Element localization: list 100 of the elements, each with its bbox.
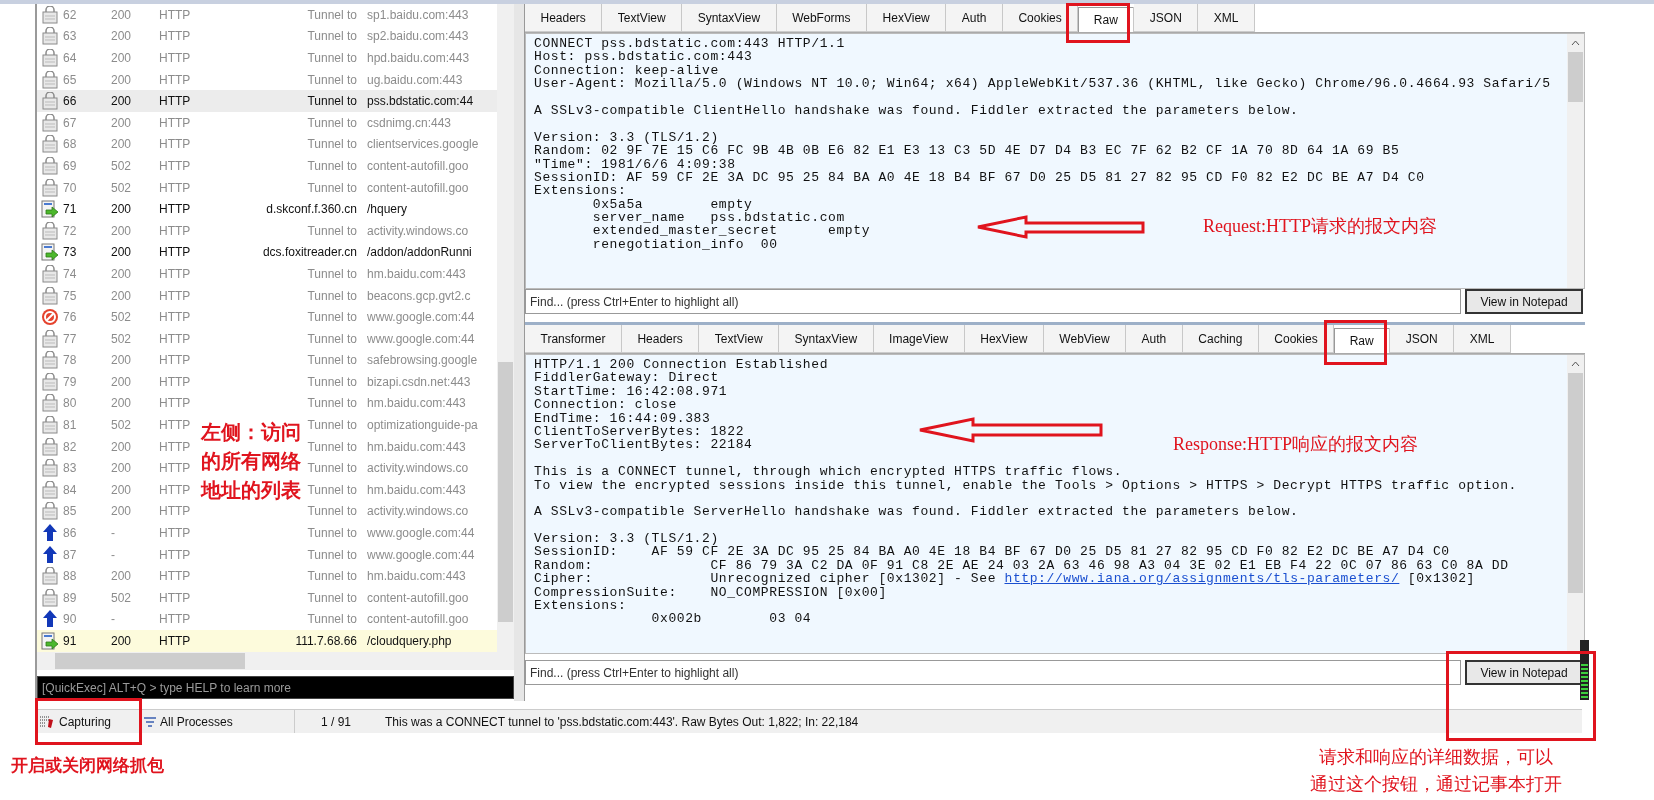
protocol: HTTP [159, 547, 192, 562]
view-in-notepad-button[interactable]: View in Notepad [1465, 660, 1583, 685]
url: ug.baidu.com:443 [367, 72, 464, 87]
scrollbar[interactable] [497, 4, 514, 652]
lock-icon [42, 286, 58, 305]
result-code: 502 [111, 590, 133, 605]
host: Tunnel to [307, 504, 357, 519]
capture-icon [39, 714, 55, 729]
scroll-thumb[interactable] [1568, 52, 1583, 102]
tab[interactable]: Headers [621, 325, 700, 353]
raw-text-line: EndTime: 16:44:09.383 [534, 411, 711, 425]
lock-icon [42, 567, 58, 586]
tab[interactable]: JSON [1390, 325, 1455, 353]
url: www.google.com:44 [367, 331, 476, 346]
url: hm.baidu.com:443 [367, 396, 467, 411]
protocol: HTTP [159, 94, 192, 109]
result-code: 502 [111, 331, 133, 346]
lock-icon [42, 113, 58, 132]
url: csdnimg.cn:443 [367, 115, 453, 130]
result-code: - [111, 526, 116, 541]
tab[interactable]: XML [1454, 325, 1511, 353]
lock-icon [42, 394, 58, 413]
raw-text-line: SessionID: AF 59 CF 2E 3A DC 95 25 84 BA A0 4E 18 B4 BF 67 D0 25 D5 81 27 82 95 CD F0 82 E2 DC BE A7 D4 C0 [534, 170, 1425, 185]
tab[interactable]: HexView [867, 4, 947, 32]
find-field[interactable]: Find... (press Ctrl+Enter to highlight all) [525, 660, 1461, 685]
process-filter-button[interactable]: All Processes [140, 710, 295, 733]
tab[interactable]: SyntaxView [682, 4, 777, 32]
raw-text-line: Random: 02 9F 7E 15 C6 FC 9B 4B 0B E6 82 E1 E3 13 C3 5D 4E D7 D4 B3 EC 7F 62 B2 CF 1A 70 8D 64 1A 69 B5 [534, 144, 1400, 158]
tab[interactable]: XML [1198, 4, 1255, 32]
host: Tunnel to [307, 418, 357, 433]
url: sp2.baidu.com:443 [367, 29, 470, 44]
protocol: HTTP [159, 115, 192, 130]
raw-text-line: Version: 3.3 (TLS/1.2) [534, 532, 719, 546]
session-row[interactable]: 66 200 HTTP Tunnel to pss.bdstatic.com:44 [37, 90, 497, 112]
raw-text-line: CompressionSuite: NO_COMPRESSION [0x00] [534, 585, 887, 600]
host: Tunnel to [307, 7, 357, 22]
host: Tunnel to [307, 180, 357, 195]
scrollbar[interactable] [1567, 355, 1584, 653]
host: d.skconf.f.360.cn [266, 202, 357, 217]
scroll-thumb[interactable] [1568, 373, 1583, 593]
lock-icon [42, 588, 58, 607]
session-row[interactable]: 91 200 HTTP 111.7.68.66 /cloudquery.php [37, 630, 497, 652]
tab[interactable]: Cookies [1258, 325, 1335, 353]
capture-note: 开启或关闭网络抓包 [11, 755, 164, 777]
raw-text-line: ServerToClientBytes: 22184 [534, 438, 753, 452]
protocol: HTTP [159, 439, 192, 454]
url: bizapi.csdn.net:443 [367, 374, 472, 389]
tab[interactable]: JSON [1134, 4, 1199, 32]
lock-icon [42, 437, 58, 456]
document-arrow-icon [41, 632, 59, 650]
tab[interactable]: Raw [1334, 328, 1391, 353]
link[interactable]: http://www.iana.org/assignments/tls-parameters/ [1004, 571, 1400, 587]
tab[interactable]: Headers [525, 4, 603, 32]
raw-text-line: 0x002b 03 04 [650, 612, 812, 626]
protocol: HTTP [159, 482, 192, 497]
splitter[interactable] [514, 4, 524, 701]
lock-icon [42, 221, 58, 240]
url: /cloudquery.php [367, 634, 453, 648]
result-code: 502 [111, 180, 133, 195]
scroll-up-icon[interactable] [1571, 361, 1580, 367]
host: Tunnel to [307, 288, 357, 303]
result-code: 502 [111, 418, 133, 433]
url: beacons.gcp.gvt2.c [367, 288, 472, 303]
host: Tunnel to [307, 461, 357, 476]
tab[interactable]: WebForms [776, 4, 868, 32]
result-code: 200 [111, 51, 133, 65]
tab[interactable]: WebView [1043, 325, 1127, 353]
raw-text-line: Random: CF 86 79 3A C2 DA 0F 91 C8 2E AE 24 03 2A 63 46 98 A3 04 3E 02 E1 EB F4 22 0C 07 86 63 C0 8A DD [534, 558, 1509, 573]
horizontal-scrollbar[interactable] [37, 652, 514, 670]
tab[interactable]: Auth [1126, 325, 1183, 353]
raw-text-line: Connection: keep-alive [534, 63, 719, 78]
result-code: - [111, 547, 116, 562]
tab[interactable]: TextView [602, 4, 683, 32]
tab[interactable]: Auth [946, 4, 1003, 32]
lock-icon [42, 502, 58, 521]
tab[interactable]: Transformer [525, 325, 622, 353]
tab[interactable]: TextView [699, 325, 780, 353]
scrollbar[interactable] [1567, 34, 1584, 288]
url: hm.baidu.com:443 [367, 569, 467, 584]
quickexec-field[interactable]: [QuickExec] ALT+Q > type HELP to learn more [37, 676, 514, 699]
session-number: 64 [63, 51, 78, 65]
tab[interactable]: HexView [964, 325, 1044, 353]
view-in-notepad-button[interactable]: View in Notepad [1465, 289, 1583, 314]
raw-text-line: server_name pss.bdstatic.com [591, 211, 845, 225]
result-code: 200 [111, 266, 133, 281]
protocol: HTTP [159, 310, 192, 325]
find-field[interactable]: Find... (press Ctrl+Enter to highlight all) [525, 289, 1461, 314]
tab[interactable]: SyntaxView [779, 325, 874, 353]
scroll-thumb[interactable] [498, 362, 513, 622]
raw-text-line: CONNECT pss.bdstatic.com:443 HTTP/1.1 [534, 37, 845, 51]
scroll-thumb[interactable] [55, 653, 245, 669]
lock-icon [42, 49, 58, 67]
tab[interactable]: Raw [1078, 7, 1135, 32]
session-number: 74 [63, 266, 78, 281]
up-arrow-icon [42, 610, 58, 629]
tab[interactable]: Caching [1182, 325, 1259, 353]
host: Tunnel to [307, 223, 357, 238]
scroll-up-icon[interactable] [1571, 40, 1580, 46]
tab[interactable]: Cookies [1002, 4, 1079, 32]
tab[interactable]: ImageView [873, 325, 965, 353]
